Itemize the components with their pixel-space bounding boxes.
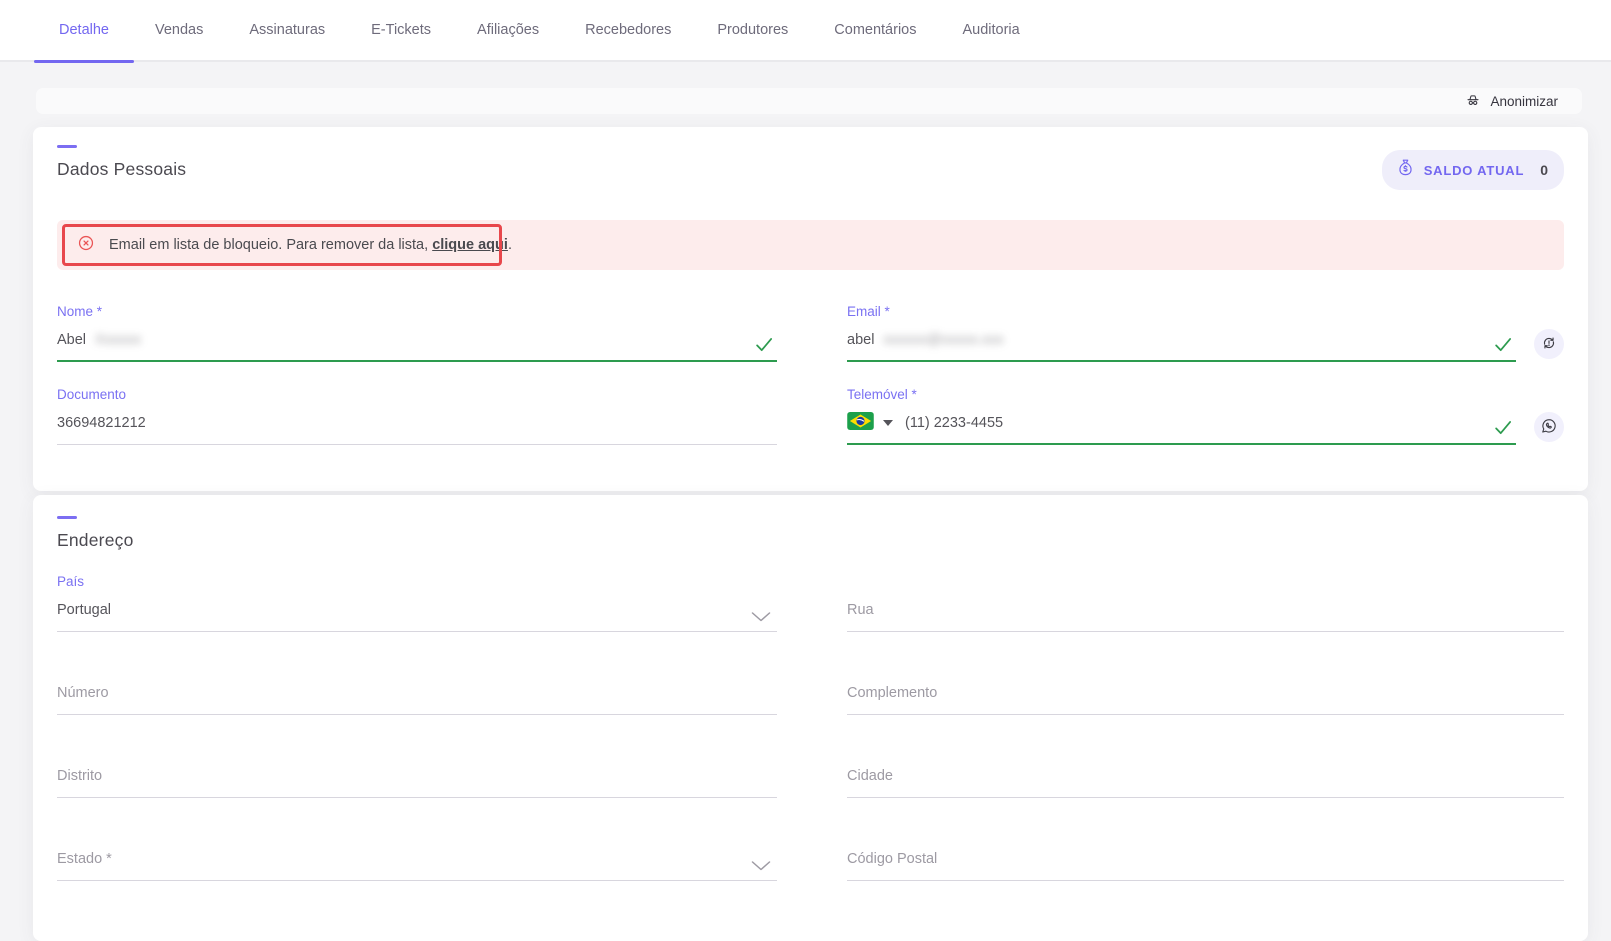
telemovel-field[interactable]: Telemóvel * (11) 2233-4455 [847, 386, 1516, 445]
alert-text-suffix: . [508, 237, 512, 253]
codigo-postal-field[interactable]: Código Postal [847, 822, 1564, 881]
circle-x-icon [77, 234, 95, 256]
documento-input[interactable]: 36694821212 [57, 412, 777, 445]
nome-field[interactable]: Nome * Abel Xxxxxx [57, 303, 777, 362]
address-card: Endereço País Portugal Rua Número [33, 495, 1588, 941]
valid-check-icon [1492, 416, 1514, 438]
brazil-flag-icon[interactable] [847, 412, 874, 434]
actions-toolbar: Anonimizar [36, 88, 1582, 114]
anonymize-button[interactable]: Anonimizar [1465, 92, 1558, 111]
nome-input[interactable]: Abel Xxxxxx [57, 329, 777, 362]
country-dropdown-caret-icon[interactable] [883, 420, 893, 426]
balance-label: SALDO ATUAL [1424, 163, 1525, 178]
alert-remove-link[interactable]: clique aqui [432, 237, 508, 253]
distrito-input[interactable]: Distrito [57, 765, 777, 798]
personal-data-card: Dados Pessoais SALDO ATUAL 0 Email em li… [33, 127, 1588, 491]
distrito-field[interactable]: Distrito [57, 739, 777, 798]
tab-label: Comentários [834, 22, 916, 38]
chevron-down-icon[interactable] [751, 611, 771, 623]
rua-field[interactable]: Rua [847, 573, 1564, 632]
estado-select[interactable]: Estado * [57, 848, 777, 881]
tab-bar: Detalhe Vendas Assinaturas E-Tickets Afi… [0, 0, 1611, 62]
email-value: abel [847, 332, 874, 348]
tab-etickets[interactable]: E-Tickets [348, 0, 454, 61]
tab-assinaturas[interactable]: Assinaturas [226, 0, 348, 61]
complemento-input[interactable]: Complemento [847, 682, 1564, 715]
money-bag-icon [1396, 158, 1415, 182]
balance-value: 0 [1540, 162, 1548, 178]
refresh-alert-icon [1540, 334, 1558, 355]
codigo-postal-input[interactable]: Código Postal [847, 848, 1564, 881]
tab-label: Recebedores [585, 22, 671, 38]
email-resync-button[interactable] [1534, 329, 1564, 359]
cidade-input[interactable]: Cidade [847, 765, 1564, 798]
cidade-field[interactable]: Cidade [847, 739, 1564, 798]
email-field[interactable]: Email * abel xxxxxx@xxxxx.xxx [847, 303, 1516, 362]
rua-input[interactable]: Rua [847, 599, 1564, 632]
pais-label: País [57, 573, 777, 589]
tab-comentarios[interactable]: Comentários [811, 0, 939, 61]
documento-label: Documento [57, 386, 777, 402]
documento-value: 36694821212 [57, 415, 146, 431]
numero-field[interactable]: Número [57, 656, 777, 715]
complemento-placeholder: Complemento [847, 685, 937, 701]
cidade-placeholder: Cidade [847, 768, 893, 784]
email-input[interactable]: abel xxxxxx@xxxxx.xxx [847, 329, 1516, 362]
tab-label: Vendas [155, 22, 203, 38]
estado-field[interactable]: Estado * [57, 822, 777, 881]
pais-field[interactable]: País Portugal [57, 573, 777, 632]
email-redacted-value: xxxxxx@xxxxx.xxx [883, 332, 1003, 348]
estado-placeholder: Estado * [57, 851, 112, 867]
nome-label: Nome * [57, 303, 777, 319]
tab-vendas[interactable]: Vendas [132, 0, 226, 61]
tab-detalhe[interactable]: Detalhe [36, 0, 132, 61]
pais-value: Portugal [57, 602, 111, 618]
personal-section-title: Dados Pessoais [57, 159, 186, 180]
telemovel-label: Telemóvel * [847, 386, 1516, 402]
valid-check-icon [1492, 333, 1514, 355]
distrito-placeholder: Distrito [57, 768, 102, 784]
tab-label: Assinaturas [249, 22, 325, 38]
chevron-down-icon[interactable] [751, 860, 771, 872]
anonymize-label: Anonimizar [1490, 94, 1558, 109]
whatsapp-button[interactable] [1534, 412, 1564, 442]
whatsapp-icon [1540, 417, 1558, 438]
tab-auditoria[interactable]: Auditoria [939, 0, 1042, 61]
numero-input[interactable]: Número [57, 682, 777, 715]
tab-label: Detalhe [59, 22, 109, 38]
incognito-icon [1465, 92, 1481, 111]
codigo-postal-placeholder: Código Postal [847, 851, 937, 867]
address-section-title: Endereço [57, 530, 1564, 551]
section-dash [57, 516, 77, 519]
section-dash [57, 145, 77, 148]
numero-placeholder: Número [57, 685, 109, 701]
tab-label: E-Tickets [371, 22, 431, 38]
tab-afiliacoes[interactable]: Afiliações [454, 0, 562, 61]
nome-redacted-value: Xxxxxx [95, 332, 141, 348]
tab-label: Auditoria [962, 22, 1019, 38]
valid-check-icon [753, 333, 775, 355]
tab-produtores[interactable]: Produtores [694, 0, 811, 61]
alert-text-before: Email em lista de bloqueio. Para remover… [109, 237, 428, 253]
nome-value: Abel [57, 332, 86, 348]
email-blocklist-alert: Email em lista de bloqueio. Para remover… [57, 220, 1564, 270]
documento-field[interactable]: Documento 36694821212 [57, 386, 777, 445]
tab-label: Produtores [717, 22, 788, 38]
pais-select[interactable]: Portugal [57, 599, 777, 632]
telemovel-input[interactable]: (11) 2233-4455 [847, 412, 1516, 445]
alert-text: Email em lista de bloqueio. Para remover… [109, 237, 512, 253]
complemento-field[interactable]: Complemento [847, 656, 1564, 715]
rua-placeholder: Rua [847, 602, 874, 618]
current-balance-badge[interactable]: SALDO ATUAL 0 [1382, 150, 1564, 190]
tab-recebedores[interactable]: Recebedores [562, 0, 694, 61]
telemovel-value: (11) 2233-4455 [905, 415, 1003, 431]
email-label: Email * [847, 303, 1516, 319]
tab-label: Afiliações [477, 22, 539, 38]
